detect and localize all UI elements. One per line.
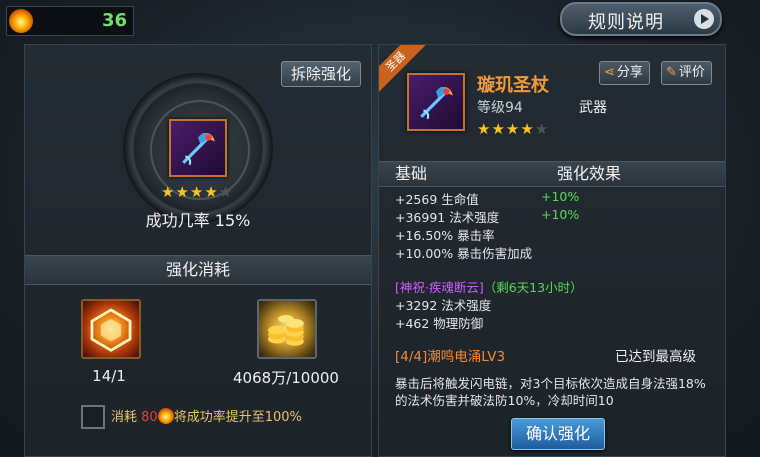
star-icon: ★ — [161, 183, 176, 201]
rules-label: 规则说明 — [588, 12, 664, 33]
weapon-slot[interactable] — [169, 119, 227, 177]
item-detail-panel: 圣器 璇玑圣杖 等级94 武器 ★★★★★ ⋖ 分享 ✎ 评价 基础 强化效果 +2… — [378, 44, 726, 457]
consume-pre: 消耗 — [111, 410, 142, 425]
stat-bonus: +10% — [541, 189, 580, 204]
enhance-stone-icon — [90, 308, 132, 352]
review-button[interactable]: ✎ 评价 — [661, 61, 712, 85]
share-icon: ⋖ — [604, 65, 615, 80]
blessing-remaining: （剩6天13小时） — [483, 280, 583, 295]
star-icon: ★ — [218, 183, 234, 201]
cost-header: 强化消耗 — [25, 255, 371, 285]
guarantee-checkbox[interactable] — [81, 405, 105, 429]
review-label: 评价 — [678, 65, 705, 80]
rules-button[interactable]: 规则说明 — [560, 2, 722, 36]
stat-line: +36991 法术强度 — [395, 210, 500, 225]
item-level: 等级94 — [477, 100, 523, 116]
star-icon: ★ — [505, 120, 521, 138]
star-icon: ★ — [520, 120, 535, 138]
staff-icon — [182, 132, 215, 166]
gold-coins-icon — [267, 315, 304, 346]
enhance-stone-slot[interactable] — [81, 299, 141, 359]
star-icon: ★ — [175, 183, 190, 201]
col-base: 基础 — [395, 164, 428, 183]
col-effect: 强化效果 — [557, 164, 622, 183]
stat-line: +10.00% 暴击伤害加成 — [395, 246, 533, 261]
consume-amount: 80 — [141, 410, 158, 425]
blessing-stat: +3292 法术强度 — [395, 298, 492, 313]
item-name: 璇玑圣杖 — [477, 75, 549, 96]
currency-display: 36 — [6, 6, 134, 36]
consume-post: 将成功率提升至100% — [173, 410, 302, 425]
arrow-right-icon — [694, 9, 714, 29]
gold-slot[interactable] — [257, 299, 317, 359]
enhance-panel: 拆除强化 ★★★★★ 成功几率 15% 强化消耗 14/1 4068万/1000… — [24, 44, 372, 457]
star-icon: ★ — [189, 183, 205, 201]
star-icon: ★ — [534, 120, 550, 138]
share-label: 分享 — [616, 65, 643, 80]
confirm-enhance-button[interactable]: 确认强化 — [511, 418, 605, 450]
skill-level-title: [4/4]潮鸣电涌LV3 — [395, 349, 506, 365]
star-icon: ★ — [477, 120, 492, 138]
star-icon: ★ — [204, 183, 219, 201]
skill-max-status: 已达到最高级 — [615, 349, 696, 365]
staff-icon — [420, 86, 453, 120]
item-stars: ★★★★★ — [161, 183, 233, 201]
blessing-title: [神祝·疾魂断云]（剩6天13小时） — [395, 277, 583, 296]
blessing-stat: +462 物理防御 — [395, 316, 484, 331]
gold-count: 4068万/10000 — [233, 369, 339, 387]
consume-text: 消耗 80 将成功率提升至100% — [111, 406, 302, 425]
stone-count: 14/1 — [92, 367, 126, 385]
share-button[interactable]: ⋖ 分享 — [599, 61, 650, 85]
fire-coin-icon — [157, 408, 174, 424]
edit-icon: ✎ — [666, 65, 677, 80]
stat-line: +2569 生命值 — [395, 192, 479, 207]
stats-header: 基础 强化效果 — [379, 161, 725, 187]
item-type: 武器 — [579, 100, 607, 116]
currency-amount: 36 — [101, 10, 127, 31]
fire-coin-icon — [9, 9, 33, 33]
remove-enhance-button[interactable]: 拆除强化 — [281, 61, 361, 87]
blessing-name: [神祝·疾魂断云] — [395, 280, 484, 295]
success-rate: 成功几率 15% — [145, 211, 251, 230]
star-icon: ★ — [491, 120, 506, 138]
stat-bonus: +10% — [541, 207, 580, 222]
item-icon-slot — [407, 73, 465, 131]
item-stars: ★★★★★ — [477, 120, 549, 138]
skill-description: 暴击后将触发闪电链，对3个目标依次造成自身法强18%的法术伤害并破法防10%，冷… — [395, 376, 706, 408]
stat-line: +16.50% 暴击率 — [395, 228, 495, 243]
